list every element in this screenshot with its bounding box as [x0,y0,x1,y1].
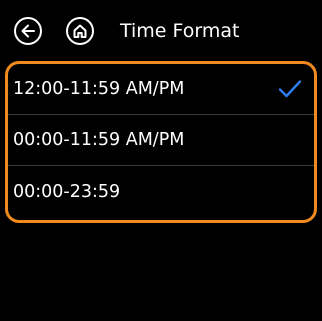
checkmark-icon [278,80,302,98]
time-format-options-list: 12:00-11:59 AM/PM 00:00-11:59 AM/PM 00:0… [5,61,317,223]
option-label: 00:00-23:59 [13,181,121,202]
option-row-12h-ampm[interactable]: 12:00-11:59 AM/PM [8,64,314,115]
time-format-screen: Time Format 12:00-11:59 AM/PM 00:00-11:5… [0,0,322,321]
arrow-left-icon [21,24,35,38]
option-row-24h[interactable]: 00:00-23:59 [8,166,314,217]
home-icon [73,24,87,38]
option-label: 12:00-11:59 AM/PM [13,79,185,99]
page-title: Time Format [120,20,240,42]
header-bar: Time Format [0,0,322,58]
option-row-00h-ampm[interactable]: 00:00-11:59 AM/PM [8,115,314,166]
option-label: 00:00-11:59 AM/PM [13,130,185,150]
home-button[interactable] [66,17,94,45]
back-button[interactable] [14,17,42,45]
